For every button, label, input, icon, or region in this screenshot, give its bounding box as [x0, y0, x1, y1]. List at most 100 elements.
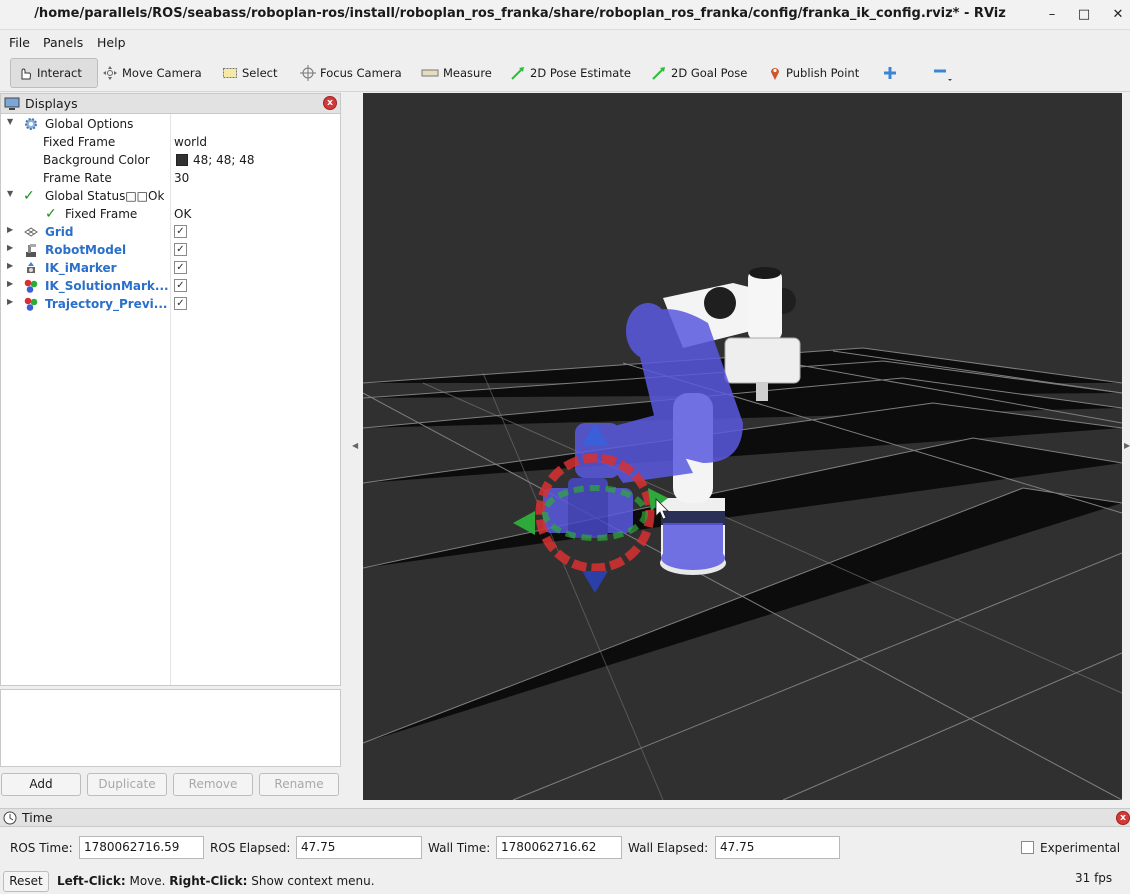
tree-row-global-status[interactable]: ▼ ✓ Global Status□□Ok [1, 187, 340, 205]
ros-time-label: ROS Time: [10, 841, 73, 855]
select-box-icon [223, 68, 237, 78]
time-title: Time [22, 810, 53, 825]
clock-icon [3, 811, 17, 824]
focus-camera-tool-button[interactable]: Focus Camera [294, 58, 408, 88]
time-close-button[interactable]: x [1116, 811, 1130, 825]
select-label: Select [242, 66, 278, 80]
fps-counter: 31 fps [1075, 871, 1113, 885]
grid-enabled-checkbox[interactable]: ✓ [174, 225, 187, 238]
marker-array-icon [24, 297, 38, 311]
interactive-marker-icon [27, 262, 35, 273]
background-color-label: Background Color [43, 153, 150, 167]
checkmark-icon: ✓ [23, 188, 35, 204]
collapse-arrow-icon[interactable]: ▶ [7, 261, 17, 270]
tree-row-background-color[interactable]: Background Color 48; 48; 48 [1, 151, 340, 169]
status-fixed-frame-value: OK [174, 207, 192, 221]
global-options-label: Global Options [45, 117, 134, 131]
ros-elapsed-field[interactable]: 47.75 [296, 836, 422, 859]
measure-tool-button[interactable]: Measure [415, 58, 498, 88]
add-tool-button[interactable] [876, 58, 904, 88]
display-item-ik-solution-markers[interactable]: ▶ IK_SolutionMark... ✓ [1, 277, 340, 295]
tree-row-status-fixed-frame[interactable]: ✓ Fixed Frame OK [1, 205, 340, 223]
display-item-robot-model[interactable]: ▶ RobotModel ✓ [1, 241, 340, 259]
checkmark-icon: ✓ [45, 206, 57, 222]
display-item-trajectory-preview[interactable]: ▶ Trajectory_Previ... ✓ [1, 295, 340, 313]
remove-display-button[interactable]: Remove [173, 773, 253, 796]
select-tool-button[interactable]: Select [216, 58, 283, 88]
displays-title: Displays [25, 96, 78, 111]
remove-tool-button[interactable] [924, 58, 958, 88]
collapse-arrow-icon[interactable]: ▶ [7, 297, 17, 306]
interact-tool-button[interactable]: Interact [10, 58, 98, 88]
status-bar: Reset Left-Click: Move. Right-Click: Sho… [0, 867, 1130, 894]
tree-row-frame-rate[interactable]: Frame Rate 30 [1, 169, 340, 187]
pose-estimate-tool-button[interactable]: 2D Pose Estimate [504, 58, 637, 88]
menubar: File Panels Help [0, 31, 1130, 53]
map-pin-icon [771, 68, 779, 80]
display-item-ik-imarker[interactable]: ▶ IK_iMarker ✓ [1, 259, 340, 277]
menu-panels[interactable]: Panels [43, 35, 83, 50]
experimental-checkbox[interactable] [1021, 841, 1034, 854]
add-display-button[interactable]: Add [1, 773, 81, 796]
background-color-value[interactable]: 48; 48; 48 [193, 153, 255, 167]
collapse-arrow-icon[interactable]: ▶ [7, 225, 17, 234]
move-camera-tool-button[interactable]: Move Camera [96, 58, 208, 88]
collapse-arrow-icon[interactable]: ▶ [7, 243, 17, 252]
maximize-button[interactable]: □ [1073, 4, 1095, 26]
displays-close-button[interactable]: x [323, 96, 337, 110]
goal-pose-tool-button[interactable]: 2D Goal Pose [645, 58, 753, 88]
trajectory-preview-enabled-checkbox[interactable]: ✓ [174, 297, 187, 310]
tree-row-global-options[interactable]: ▼ Global Options [1, 115, 340, 133]
ik-solution-markers-enabled-checkbox[interactable]: ✓ [174, 279, 187, 292]
robot-model-preview [543, 303, 743, 570]
window-titlebar: /home/parallels/ROS/seabass/roboplan-ros… [0, 0, 1130, 30]
menu-file[interactable]: File [9, 35, 30, 50]
displays-tree: ▼ Global Options Fixed Frame world Backg… [0, 114, 341, 686]
interact-label: Interact [37, 66, 82, 80]
close-window-button[interactable]: ✕ [1107, 4, 1129, 26]
left-click-label: Left-Click: [57, 874, 126, 888]
rename-display-button[interactable]: Rename [259, 773, 339, 796]
right-click-label: Right-Click: [169, 874, 248, 888]
ros-elapsed-label: ROS Elapsed: [210, 841, 291, 855]
gear-icon [25, 118, 37, 130]
display-label-ik-solution-markers: IK_SolutionMark... [45, 279, 169, 293]
global-status-label: Global Status□□Ok [45, 189, 165, 203]
duplicate-display-button[interactable]: Duplicate [87, 773, 167, 796]
expand-arrow-icon[interactable]: ▼ [7, 117, 17, 126]
scene-render[interactable] [363, 93, 1122, 800]
menu-help[interactable]: Help [97, 35, 126, 50]
minimize-button[interactable]: – [1041, 4, 1063, 26]
wall-time-field[interactable]: 1780062716.62 [496, 836, 622, 859]
move-camera-icon [103, 66, 117, 80]
reset-button[interactable]: Reset [3, 871, 49, 892]
render-viewport[interactable] [363, 93, 1122, 800]
right-splitter-handle[interactable]: ▶ [1124, 441, 1130, 450]
experimental-label: Experimental [1040, 841, 1121, 855]
ground-grid [363, 347, 1122, 800]
time-panel-header: Time x [0, 808, 1130, 827]
expand-arrow-icon[interactable]: ▼ [7, 189, 17, 198]
goal-pose-label: 2D Goal Pose [671, 66, 748, 80]
display-label-grid: Grid [45, 225, 74, 239]
collapse-arrow-icon[interactable]: ▶ [7, 279, 17, 288]
display-label-robot-model: RobotModel [45, 243, 127, 257]
ik-imarker-enabled-checkbox[interactable]: ✓ [174, 261, 187, 274]
focus-camera-label: Focus Camera [320, 66, 402, 80]
marker-array-icon [24, 279, 38, 293]
wall-elapsed-field[interactable]: 47.75 [715, 836, 840, 859]
status-hint: Left-Click: Move. Right-Click: Show cont… [57, 874, 375, 888]
robot-model-enabled-checkbox[interactable]: ✓ [174, 243, 187, 256]
minus-icon [934, 69, 952, 81]
tree-row-fixed-frame[interactable]: Fixed Frame world [1, 133, 340, 151]
grid-icon [24, 227, 38, 237]
frame-rate-value[interactable]: 30 [174, 171, 189, 185]
display-description-box [0, 689, 341, 767]
left-splitter-handle[interactable]: ◀ [352, 441, 358, 450]
fixed-frame-value[interactable]: world [174, 135, 207, 149]
ros-time-field[interactable]: 1780062716.59 [79, 836, 204, 859]
color-swatch[interactable] [176, 154, 188, 166]
display-item-grid[interactable]: ▶ Grid ✓ [1, 223, 340, 241]
publish-point-tool-button[interactable]: Publish Point [762, 58, 865, 88]
display-label-ik-imarker: IK_iMarker [45, 261, 117, 275]
